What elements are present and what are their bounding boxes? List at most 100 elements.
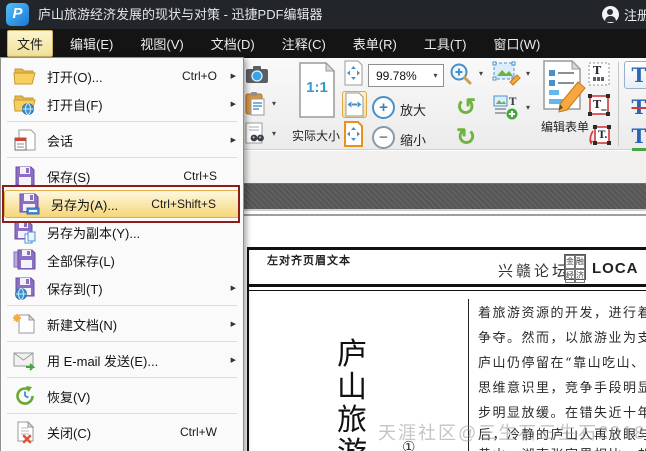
- dropdown-icon[interactable]: ▾: [526, 69, 530, 78]
- menu-item-open-from[interactable]: 打开自(F) ▶: [1, 90, 243, 118]
- text-tool-T-underline: T: [631, 124, 646, 151]
- menu-item-save[interactable]: 保存(S) Ctrl+S: [1, 162, 243, 190]
- app-logo-icon: P: [6, 3, 29, 26]
- register-label: 注册: [623, 8, 646, 23]
- zoom-in-button[interactable]: +: [371, 95, 396, 120]
- open-folder-icon: [13, 68, 36, 85]
- journal-box-char: 经: [565, 269, 575, 283]
- journal-box-char: 济: [575, 269, 585, 283]
- search-document-button[interactable]: [240, 120, 270, 148]
- menu-item-label: 保存(S): [47, 169, 91, 185]
- text-field-icon: T: [588, 62, 610, 86]
- svg-text:T: T: [509, 97, 517, 108]
- menu-document[interactable]: 文档(D): [201, 30, 265, 57]
- strikethrough-text-button[interactable]: T: [624, 93, 646, 121]
- snapshot-button[interactable]: [243, 61, 271, 87]
- dropdown-icon[interactable]: ▾: [479, 69, 483, 78]
- rotate-right-button[interactable]: ↻: [452, 124, 480, 152]
- title-char: 山: [337, 370, 367, 405]
- edit-form-label: 编辑表单: [540, 120, 589, 134]
- edit-form-button[interactable]: [540, 58, 586, 116]
- save-icon: [15, 166, 35, 186]
- dropdown-icon[interactable]: ▾: [272, 129, 276, 138]
- fit-page-button[interactable]: [342, 60, 367, 87]
- window-title: 庐山旅游经济发展的现状与对策 - 迅捷PDF编辑器: [38, 7, 323, 22]
- rotate-left-button[interactable]: ↺: [452, 94, 480, 122]
- menu-separator: [7, 413, 237, 414]
- fit-page-icon: [344, 60, 363, 86]
- title-bar: P 庐山旅游经济发展的现状与对策 - 迅捷PDF编辑器 注册: [0, 0, 646, 29]
- menu-item-shortcut: Ctrl+W: [180, 425, 217, 439]
- menu-item-new-document[interactable]: 新建文档(N) ▶: [1, 310, 243, 338]
- menu-item-save-all[interactable]: 全部保存(L): [1, 246, 243, 274]
- menu-separator: [7, 305, 237, 306]
- menu-item-close[interactable]: 关闭(C) Ctrl+W: [1, 418, 243, 446]
- save-to-icon: [15, 277, 35, 300]
- menu-tools[interactable]: 工具(T): [414, 30, 477, 57]
- page-left-border: [247, 247, 249, 451]
- menu-separator: [7, 377, 237, 378]
- text-tool-T-strike: T: [631, 95, 646, 119]
- submenu-arrow-icon: ▶: [230, 101, 236, 108]
- camera-icon: [246, 66, 268, 83]
- menu-item-send-email[interactable]: 用 E-mail 发送(E)... ▶: [1, 346, 243, 374]
- menu-item-label: 恢复(V): [47, 389, 91, 405]
- menu-item-label: 会话: [47, 133, 74, 149]
- register-button[interactable]: 注册: [601, 0, 646, 29]
- page-header-left-text: 左对齐页眉文本: [267, 255, 351, 267]
- underline-text-button[interactable]: T: [624, 123, 646, 151]
- divider: [618, 62, 619, 146]
- menu-view[interactable]: 视图(V): [130, 30, 193, 57]
- article-vertical-title: 庐 山 旅 游: [334, 338, 370, 451]
- menu-separator: [7, 121, 237, 122]
- menu-item-label: 另存为(A)...: [51, 197, 119, 213]
- chevron-down-icon[interactable]: ▾: [428, 71, 443, 80]
- watermark-text: 天涯社区@三生石三生石2018: [378, 423, 646, 443]
- fit-visible-icon: [344, 121, 363, 147]
- email-icon: [13, 352, 36, 371]
- dropdown-icon[interactable]: ▾: [272, 99, 276, 108]
- menu-separator: [7, 157, 237, 158]
- fit-visible-button[interactable]: [342, 121, 367, 148]
- zoom-level-combobox[interactable]: 99.78% ▾: [368, 64, 444, 87]
- add-content-button[interactable]: T: [491, 93, 523, 123]
- pdf-editor-window: P 庐山旅游经济发展的现状与对策 - 迅捷PDF编辑器 注册 文件 编辑(E) …: [0, 0, 646, 451]
- journal-box-char: 金: [565, 255, 575, 269]
- text-arrow-icon: T.: [589, 125, 611, 145]
- menu-bar: 文件 编辑(E) 视图(V) 文档(D) 注释(C) 表单(R) 工具(T) 窗…: [0, 29, 646, 58]
- menu-window[interactable]: 窗口(W): [483, 30, 550, 57]
- save-all-icon: [13, 249, 36, 270]
- text-field-button[interactable]: T: [586, 60, 612, 90]
- menu-file[interactable]: 文件: [7, 30, 54, 57]
- svg-text:T.: T.: [598, 130, 608, 141]
- actual-size-button[interactable]: 1:1: [295, 59, 339, 121]
- text-line-button[interactable]: T_: [586, 92, 612, 120]
- zoom-out-button[interactable]: −: [371, 125, 396, 150]
- menu-item-label: 用 E-mail 发送(E)...: [47, 353, 159, 369]
- bold-text-button[interactable]: T: [624, 61, 646, 89]
- menu-form[interactable]: 表单(R): [343, 30, 407, 57]
- body-text-line: 着旅游资源的开发，进行着旅游: [478, 306, 646, 321]
- fit-width-button[interactable]: [342, 91, 367, 118]
- add-content-icon: T: [493, 95, 518, 120]
- text-line-icon: T_: [588, 94, 610, 116]
- menu-item-save-to[interactable]: 保存到(T) ▶: [1, 274, 243, 302]
- marquee-zoom-button[interactable]: [447, 60, 475, 88]
- menu-item-open[interactable]: 打开(O)... Ctrl+O ▶: [1, 62, 243, 90]
- paste-button[interactable]: [240, 90, 270, 118]
- close-document-icon: [17, 420, 35, 444]
- menu-item-session[interactable]: 会话 ▶: [1, 126, 243, 154]
- page-header-rule-thick: [247, 284, 646, 287]
- text-arrow-button[interactable]: T.: [586, 122, 612, 150]
- title-char: 庐: [337, 337, 367, 372]
- menu-item-revert[interactable]: 恢复(V): [1, 382, 243, 410]
- menu-edit[interactable]: 编辑(E): [60, 30, 123, 57]
- submenu-arrow-icon: ▶: [230, 137, 236, 144]
- menu-item-save-as-copy[interactable]: 另存为副本(Y)...: [1, 218, 243, 246]
- user-account-icon: [601, 6, 619, 23]
- menu-comment[interactable]: 注释(C): [272, 30, 336, 57]
- menu-item-label: 打开(O)...: [47, 69, 103, 85]
- menu-item-save-as[interactable]: 另存为(A)... Ctrl+Shift+S: [4, 190, 240, 218]
- edit-object-button[interactable]: [491, 59, 523, 89]
- dropdown-icon[interactable]: ▾: [526, 103, 530, 112]
